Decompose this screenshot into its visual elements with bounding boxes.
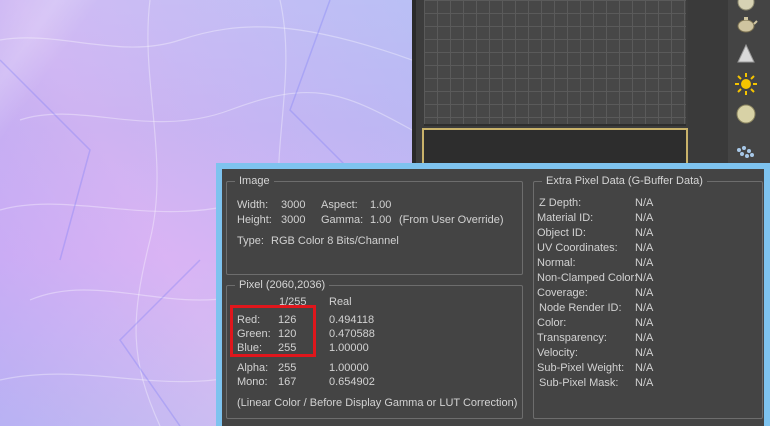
non-clamped-color-value: N/A [635,272,654,284]
mono-label: Mono: [237,376,268,388]
pixel-group-title: Pixel (2060,2036) [235,278,330,292]
node-render-id-value: N/A [635,302,654,314]
gamma-label: Gamma: [321,214,364,226]
uv-coordinates-label: UV Coordinates: [537,242,618,254]
normal-label: Normal: [537,257,576,269]
green-real: 0.470588 [329,328,375,340]
sun-icon[interactable] [734,72,764,100]
velocity-label: Velocity: [537,347,578,359]
alpha-real: 1.00000 [329,362,369,374]
color-label: Color: [537,317,567,329]
aspect-value: 1.00 [370,199,392,211]
teapot-icon[interactable] [734,12,764,40]
aspect-label: Aspect: [321,199,358,211]
color-value: N/A [635,317,654,329]
material-id-label: Material ID: [537,212,594,224]
non-clamped-color-label: Non-Clamped Color: [537,272,638,284]
alpha-label: Alpha: [237,362,269,374]
uv-coordinates-value: N/A [635,242,654,254]
sub-pixel-mask-value: N/A [635,377,654,389]
velocity-value: N/A [635,347,654,359]
transparency-value: N/A [635,332,654,344]
object-id-label: Object ID: [537,227,586,239]
transparency-label: Transparency: [537,332,607,344]
cone-icon[interactable] [734,42,764,70]
alpha-255: 255 [278,362,297,374]
sub-pixel-weight-value: N/A [635,362,654,374]
col-real-header: Real [329,296,352,308]
blue-real: 1.00000 [329,342,369,354]
mono-255: 167 [278,376,297,388]
type-label: Type: [237,235,264,247]
color-space-note: (Linear Color / Before Display Gamma or … [237,397,518,409]
height-value: 3000 [281,214,306,226]
object-id-value: N/A [635,227,654,239]
sub-pixel-weight-label: Sub-Pixel Weight: [537,362,625,374]
material-id-value: N/A [635,212,654,224]
image-group-title: Image [235,174,274,188]
sphere-icon[interactable] [734,102,764,130]
pixel-info-tooltip: Image Width: 3000 Aspect: 1.00 Height: 3… [216,163,770,426]
normal-value: N/A [635,257,654,269]
z-depth-label: Z Depth: [539,197,582,209]
extra-pixel-data-group: Extra Pixel Data (G-Buffer Data) Z Depth… [533,174,763,419]
node-render-id-label: Node Render ID: [539,302,622,314]
pixel-info-panel: Image Width: 3000 Aspect: 1.00 Height: 3… [222,169,764,426]
image-group: Image Width: 3000 Aspect: 1.00 Height: 3… [226,174,523,275]
rgb-highlight-box [230,305,316,357]
gamma-note: (From User Override) [399,214,504,226]
viewport-grid[interactable] [424,0,686,126]
red-real: 0.494118 [329,314,375,326]
width-label: Width: [237,199,269,211]
sub-pixel-mask-label: Sub-Pixel Mask: [539,377,619,389]
width-value: 3000 [281,199,306,211]
coverage-value: N/A [635,287,654,299]
coverage-label: Coverage: [537,287,588,299]
gamma-value: 1.00 [370,214,392,226]
z-depth-value: N/A [635,197,654,209]
height-label: Height: [237,214,272,226]
extra-group-title: Extra Pixel Data (G-Buffer Data) [542,174,707,188]
type-value: RGB Color 8 Bits/Channel [271,235,399,247]
mono-real: 0.654902 [329,376,375,388]
